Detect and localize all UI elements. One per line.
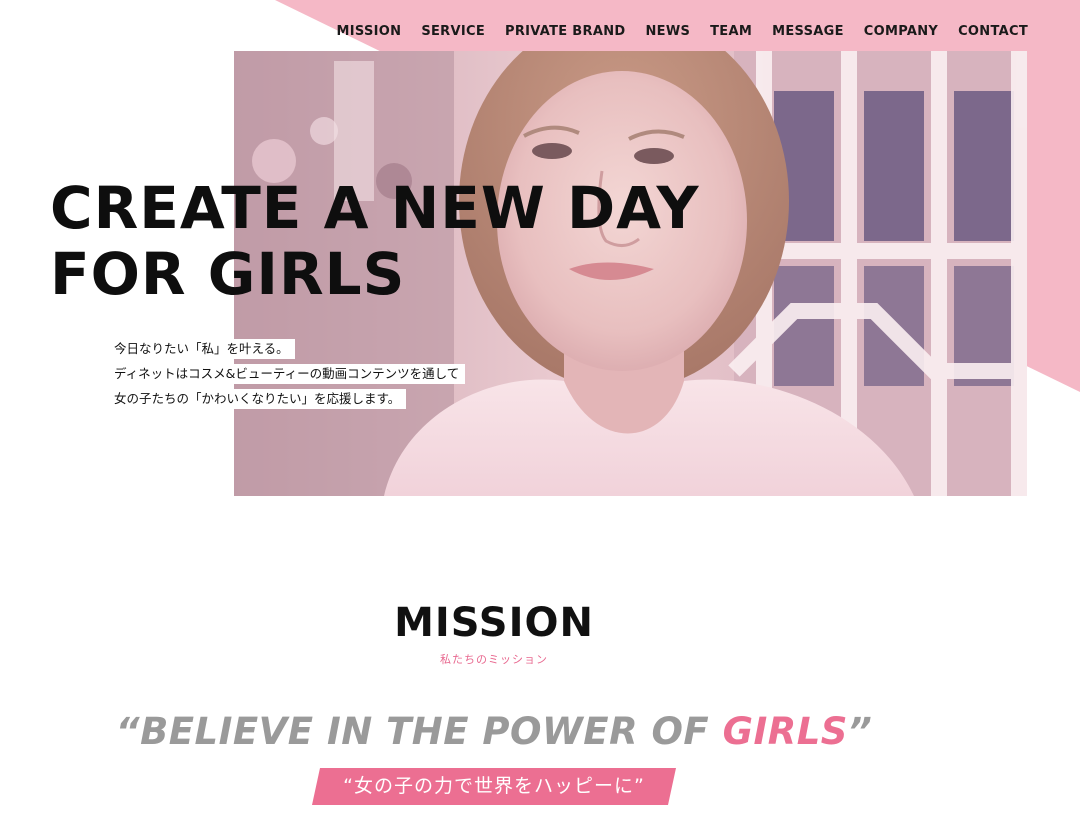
hero-intro: 今日なりたい「私」を叶える。 ディネットはコスメ&ビューティーの動画コンテンツを… bbox=[108, 339, 466, 414]
hero-intro-line: 女の子たちの「かわいくなりたい」を応援します。 bbox=[108, 389, 407, 409]
hero-headline: CREATE A NEW DAY FOR GIRLS bbox=[50, 175, 700, 307]
nav-item-private-brand[interactable]: PRIVATE BRAND bbox=[505, 24, 625, 39]
hero-headline-line-2: FOR GIRLS bbox=[50, 240, 406, 308]
quote-accent-text: GIRLS bbox=[722, 710, 848, 753]
jp-banner-text: “女の子の力で世界をハッピーに” bbox=[343, 775, 645, 797]
nav-item-news[interactable]: NEWS bbox=[645, 24, 690, 39]
mission-quote: “BELIEVE IN THE POWER OF GIRLS” bbox=[0, 710, 988, 753]
nav-item-message[interactable]: MESSAGE bbox=[772, 24, 844, 39]
mission-subtitle: 私たちのミッション bbox=[440, 653, 548, 666]
nav-item-team[interactable]: TEAM bbox=[710, 24, 752, 39]
quote-main-text: BELIEVE IN THE POWER OF bbox=[140, 710, 723, 753]
nav-item-contact[interactable]: CONTACT bbox=[958, 24, 1028, 39]
hero-intro-line: 今日なりたい「私」を叶える。 bbox=[108, 339, 295, 359]
quote-open-mark: “ bbox=[115, 710, 141, 753]
main-nav: MISSION SERVICE PRIVATE BRAND NEWS TEAM … bbox=[337, 24, 1028, 39]
nav-item-mission[interactable]: MISSION bbox=[337, 24, 402, 39]
hero-headline-line-1: CREATE A NEW DAY bbox=[50, 174, 700, 242]
mission-title: MISSION bbox=[394, 600, 594, 646]
hero-intro-line: ディネットはコスメ&ビューティーの動画コンテンツを通して bbox=[108, 364, 466, 384]
mission-jp-banner: “女の子の力で世界をハッピーに” bbox=[312, 768, 676, 805]
nav-item-company[interactable]: COMPANY bbox=[864, 24, 938, 39]
quote-close-mark: ” bbox=[847, 710, 873, 753]
page: MISSION SERVICE PRIVATE BRAND NEWS TEAM … bbox=[0, 0, 1080, 813]
nav-item-service[interactable]: SERVICE bbox=[421, 24, 485, 39]
